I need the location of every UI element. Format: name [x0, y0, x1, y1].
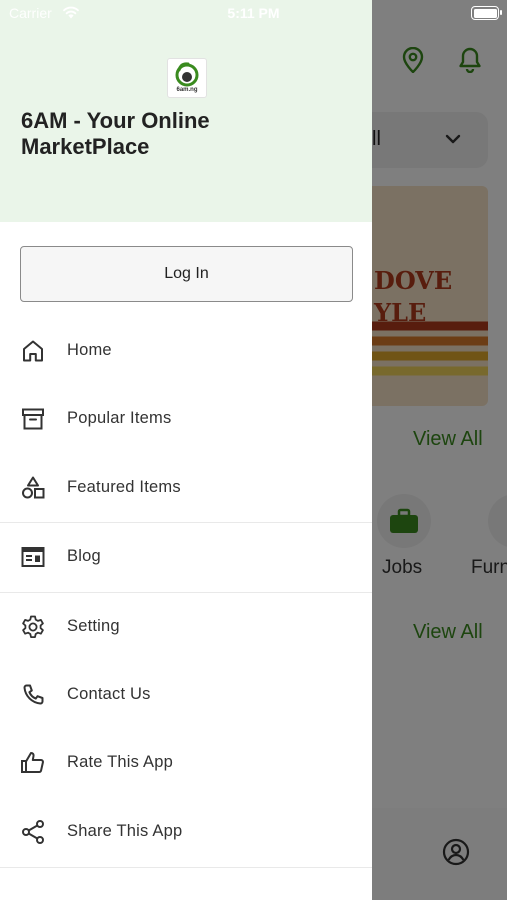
menu-divider: [0, 592, 372, 593]
login-button[interactable]: Log In: [20, 246, 353, 302]
menu-item-featured-items[interactable]: Featured Items: [0, 462, 372, 514]
share-icon: [20, 819, 46, 845]
navigation-drawer: 6am.ng 6AM - Your Online MarketPlace Log…: [0, 0, 372, 900]
home-icon: [20, 338, 46, 364]
app-title: 6AM - Your Online MarketPlace: [21, 108, 210, 159]
battery-icon: [471, 6, 502, 20]
archive-box-icon: [20, 406, 46, 432]
menu-item-blog[interactable]: Blog: [0, 531, 372, 583]
menu-item-label: Contact Us: [67, 685, 151, 703]
menu-item-setting[interactable]: Setting: [0, 601, 372, 653]
menu-divider: [0, 867, 372, 868]
logo-text: 6am.ng: [176, 87, 198, 93]
menu-item-label: Popular Items: [67, 409, 172, 427]
status-time: 5:11 PM: [227, 5, 280, 21]
menu-item-label: Share This App: [67, 822, 183, 840]
gear-icon: [20, 614, 46, 640]
menu-divider: [0, 522, 372, 523]
menu-item-contact-us[interactable]: Contact Us: [0, 669, 372, 721]
status-bar: Carrier 5:11 PM: [0, 0, 507, 28]
phone-icon: [20, 682, 46, 708]
menu-item-label: Featured Items: [67, 478, 181, 496]
menu-item-rate-this-app[interactable]: Rate This App: [0, 737, 372, 789]
menu-item-label: Rate This App: [67, 753, 173, 771]
menu-item-popular-items[interactable]: Popular Items: [0, 393, 372, 445]
menu-item-label: Blog: [67, 547, 101, 565]
thumbs-up-icon: [20, 750, 46, 776]
menu-item-label: Home: [67, 341, 112, 359]
shapes-icon: [20, 475, 46, 501]
drawer-header: 6am.ng 6AM - Your Online MarketPlace: [0, 0, 372, 222]
app-logo: 6am.ng: [167, 58, 207, 98]
menu-item-home[interactable]: Home: [0, 325, 372, 377]
menu-item-label: Setting: [67, 617, 120, 635]
newspaper-icon: [20, 544, 46, 570]
menu-item-share-this-app[interactable]: Share This App: [0, 806, 372, 858]
